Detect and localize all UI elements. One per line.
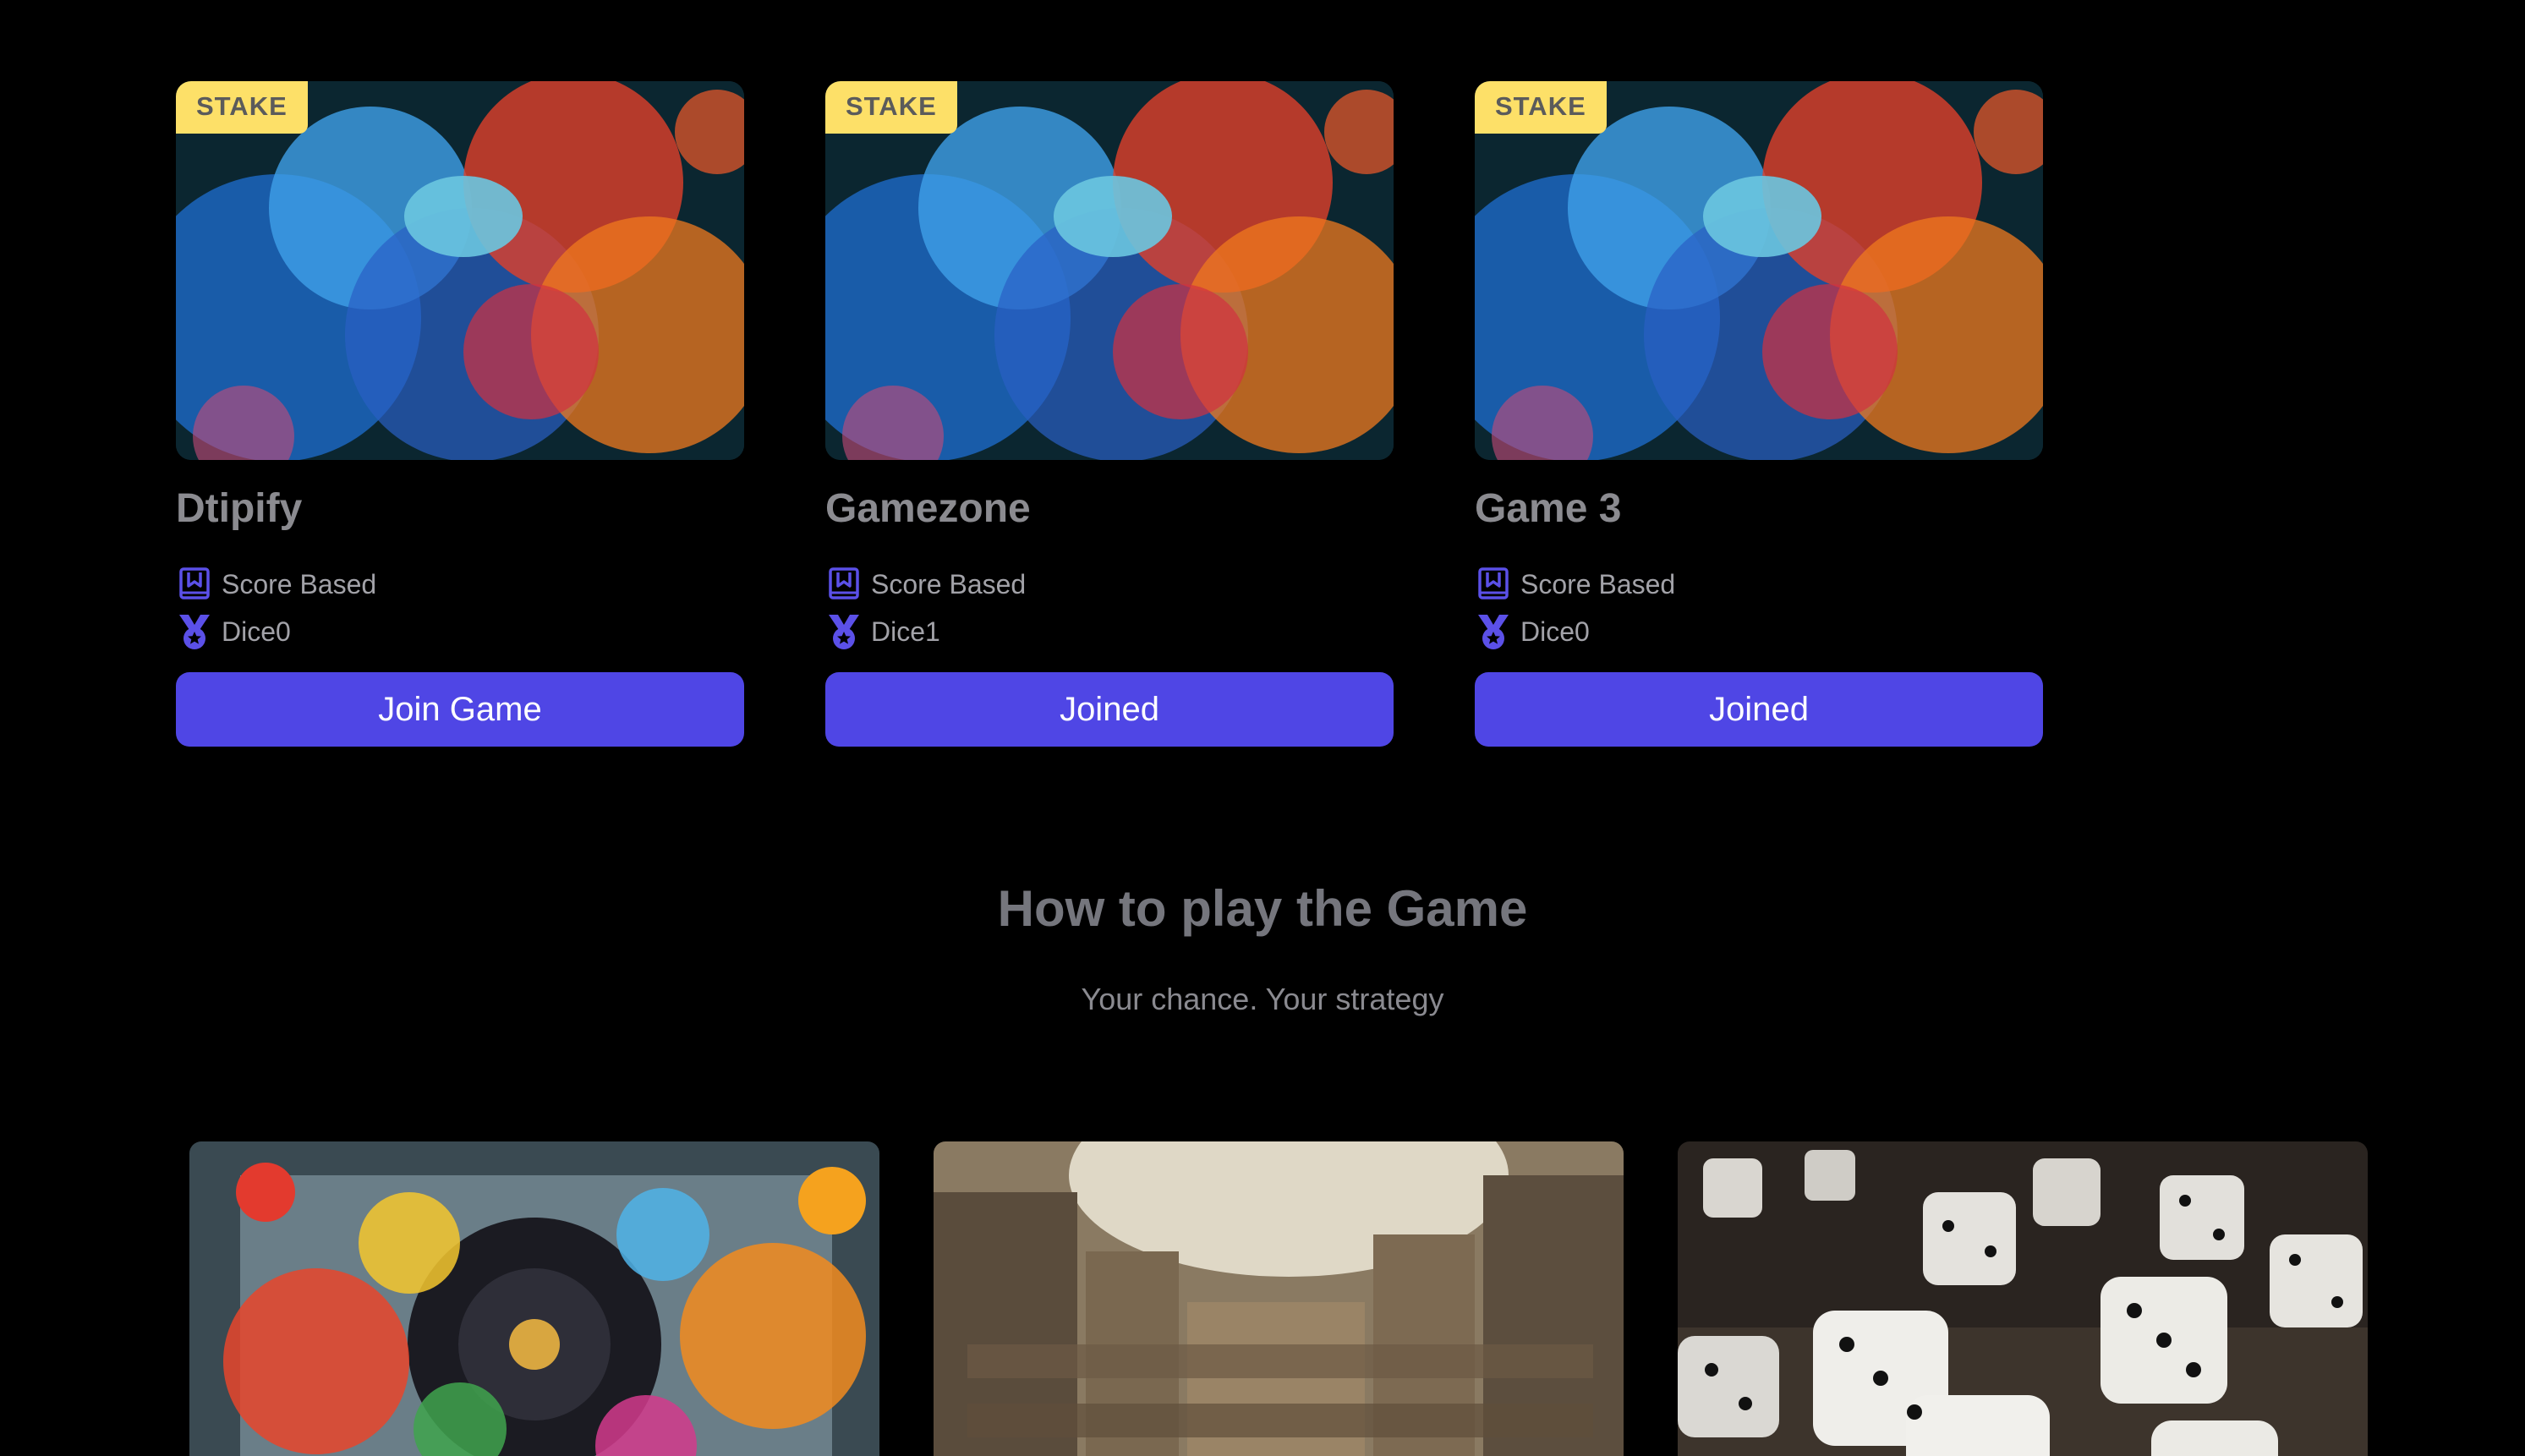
game-dice-label: Dice0 — [1520, 616, 1590, 647]
section-subtitle: Your chance. Your strategy — [1081, 982, 1444, 1016]
game-title: Gamezone — [825, 486, 1031, 531]
game-thumbnail[interactable]: STAKE — [825, 81, 1394, 460]
how-to-play-section: How to play the Game Your chance. Your s… — [0, 879, 2525, 1017]
game-dice-row: Dice0 — [176, 613, 744, 650]
how-to-play-gallery — [189, 1141, 2368, 1456]
game-title: Dtipify — [176, 486, 303, 531]
game-mode-label: Score Based — [1520, 568, 1676, 599]
joined-button[interactable]: Joined — [825, 672, 1394, 747]
smoke-art-image — [1475, 81, 2043, 460]
game-title: Game 3 — [1475, 486, 1622, 531]
dice-photo-image — [1678, 1141, 2368, 1456]
join-game-button[interactable]: Join Game — [176, 672, 744, 747]
joined-button[interactable]: Joined — [1475, 672, 2043, 747]
smoke-art-image — [825, 81, 1394, 460]
medal-icon — [1475, 613, 1512, 650]
game-dice-row: Dice0 — [1475, 613, 2043, 650]
section-title: How to play the Game — [997, 880, 1528, 937]
medal-icon — [825, 613, 863, 650]
game-mode-row: Score Based — [825, 566, 1394, 603]
game-card: STAKE Dtipify Score Based Dice0 Join Gam… — [176, 81, 744, 747]
game-mode-label: Score Based — [222, 568, 377, 599]
game-mode-row: Score Based — [1475, 566, 2043, 603]
game-thumbnail[interactable]: STAKE — [176, 81, 744, 460]
city-illustration-image — [934, 1141, 1624, 1456]
bookmark-board-icon — [1475, 566, 1512, 603]
stake-badge: STAKE — [825, 81, 957, 134]
game-card: STAKE Gamezone Score Based Dice1 Joined — [825, 81, 1394, 747]
medal-icon — [176, 613, 213, 650]
stake-badge: STAKE — [1475, 81, 1607, 134]
game-mode-row: Score Based — [176, 566, 744, 603]
game-dice-label: Dice1 — [871, 616, 940, 647]
game-dice-label: Dice0 — [222, 616, 291, 647]
smoke-art-image — [176, 81, 744, 460]
stake-badge: STAKE — [176, 81, 308, 134]
game-card: STAKE Game 3 Score Based Dice0 Joined — [1475, 81, 2043, 747]
game-dice-row: Dice1 — [825, 613, 1394, 650]
bookmark-board-icon — [825, 566, 863, 603]
game-thumbnail[interactable]: STAKE — [1475, 81, 2043, 460]
page: STAKE Dtipify Score Based Dice0 Join Gam… — [0, 0, 2525, 1456]
bookmark-board-icon — [176, 566, 213, 603]
game-card-list: STAKE Dtipify Score Based Dice0 Join Gam… — [176, 81, 2043, 747]
paint-splash-image — [189, 1141, 879, 1456]
game-mode-label: Score Based — [871, 568, 1027, 599]
